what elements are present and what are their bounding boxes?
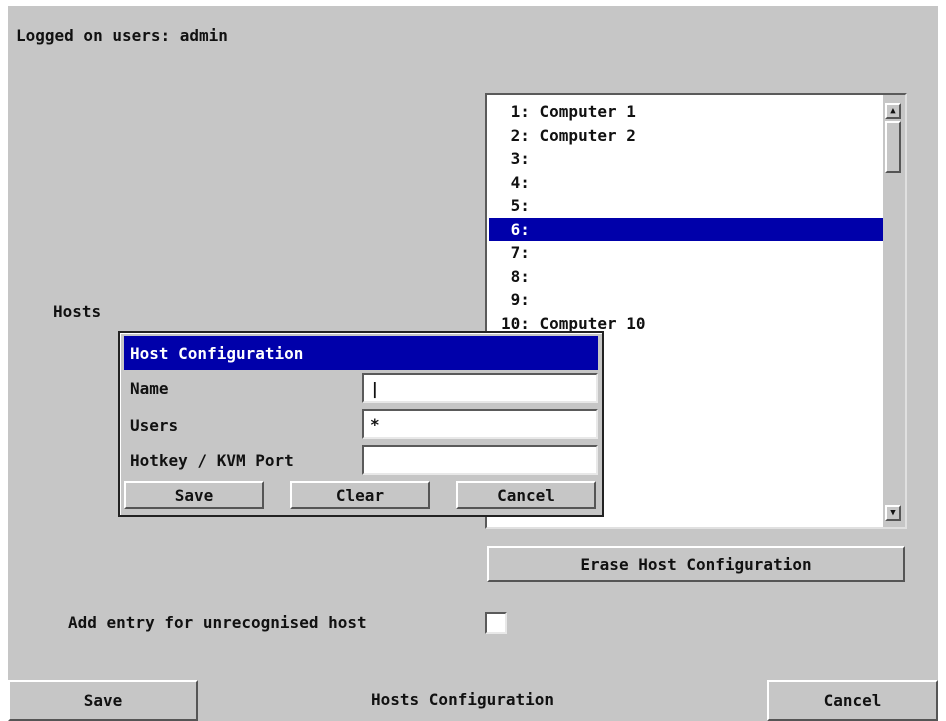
host-list-rows: 1: Computer 1 2: Computer 2 3: 4: 5: 6: … (489, 100, 883, 335)
erase-host-configuration-button[interactable]: Erase Host Configuration (487, 546, 905, 582)
page-title: Hosts Configuration (371, 690, 555, 709)
dialog-save-button[interactable]: Save (124, 481, 264, 509)
window-right-border (938, 0, 946, 721)
dialog-cancel-button[interactable]: Cancel (456, 481, 596, 509)
host-list-item[interactable]: 6: (489, 217, 883, 241)
host-configuration-dialog: Host Configuration Name | Users * Hotkey… (118, 331, 604, 517)
hotkey-kvm-port-field[interactable] (362, 445, 598, 475)
host-list-item[interactable]: 1: Computer 1 (489, 100, 883, 124)
scroll-down-icon[interactable]: ▼ (885, 505, 901, 521)
scroll-thumb[interactable] (885, 121, 901, 173)
host-list-scrollbar[interactable]: ▲ ▼ (883, 95, 905, 527)
host-list-item[interactable]: 5: (489, 194, 883, 218)
save-button[interactable]: Save (8, 680, 198, 721)
host-list-item[interactable]: 7: (489, 241, 883, 265)
host-list-item[interactable]: 8: (489, 265, 883, 289)
window-top-border (0, 0, 946, 6)
logged-on-users-text: Logged on users: admin (16, 26, 228, 45)
hotkey-kvm-port-label: Hotkey / KVM Port (130, 451, 294, 470)
host-list-item[interactable]: 9: (489, 288, 883, 312)
cancel-button[interactable]: Cancel (767, 680, 938, 721)
host-list-item[interactable]: 2: Computer 2 (489, 124, 883, 148)
host-list-item[interactable]: 4: (489, 171, 883, 195)
name-field[interactable]: | (362, 373, 598, 403)
dialog-title: Host Configuration (124, 336, 598, 370)
dialog-clear-button[interactable]: Clear (290, 481, 430, 509)
users-field[interactable]: * (362, 409, 598, 439)
add-entry-unrecognised-host-label: Add entry for unrecognised host (68, 613, 367, 632)
window-left-border (0, 0, 8, 721)
hosts-label: Hosts (53, 302, 102, 321)
users-label: Users (130, 416, 179, 435)
scroll-up-icon[interactable]: ▲ (885, 103, 901, 119)
name-label: Name (130, 379, 169, 398)
host-list-item[interactable]: 3: (489, 147, 883, 171)
add-entry-unrecognised-host-checkbox[interactable] (485, 612, 507, 634)
